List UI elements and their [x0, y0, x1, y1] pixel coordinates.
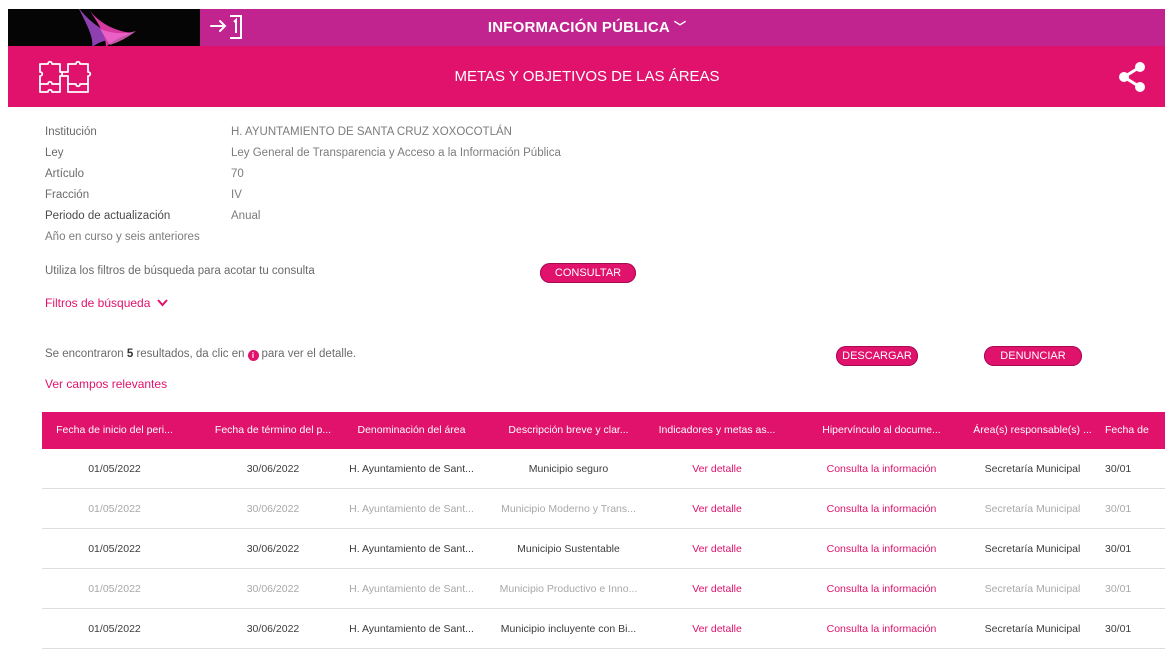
results-summary: Se encontraron 5 resultados, da clic en i… [45, 348, 356, 361]
articulo-label: Artículo [45, 168, 84, 180]
periodo-label: Periodo de actualización [45, 210, 171, 222]
denominacion-area-cell: H. Ayuntamiento de Sant... [349, 463, 474, 475]
table-body: 01/05/2022 30/06/2022 H. Ayuntamiento de S… [42, 449, 1165, 649]
top-navbar: INFORMACIÓN PÚBLICA ﹀ [8, 9, 1165, 46]
institucion-value: H. AYUNTAMIENTO DE SANTA CRUZ XOXOCOTLÁN [231, 126, 512, 138]
column-header[interactable]: Área(s) responsable(s) ... [960, 412, 1105, 449]
consultar-button[interactable]: CONSULTAR [540, 263, 636, 283]
table-row: 01/05/2022 30/06/2022 H. Ayuntamiento de S… [42, 529, 1165, 569]
info-icon: i [247, 350, 259, 361]
descripcion-cell: Municipio Sustentable [517, 543, 620, 555]
section-title: METAS Y OBJETIVOS DE LAS ÁREAS [454, 68, 720, 85]
fecha-cell: 30/01 [1105, 503, 1132, 515]
fecha-inicio-cell: 01/05/2022 [88, 543, 141, 555]
descripcion-cell: Municipio seguro [528, 463, 609, 475]
denominacion-area-cell: H. Ayuntamiento de Sant... [349, 583, 474, 595]
fecha-termino-cell: 30/06/2022 [246, 503, 300, 515]
fecha-cell: 30/01 [1105, 463, 1132, 475]
fecha-inicio-cell: 01/05/2022 [88, 503, 141, 515]
column-header[interactable]: Descripción breve y clar... [486, 412, 651, 449]
institucion-label: Institución [45, 126, 97, 138]
fecha-termino-cell: 30/06/2022 [246, 543, 300, 555]
filtros-label: Filtros de búsqueda [45, 296, 151, 310]
descargar-button[interactable]: DESCARGAR [836, 346, 918, 366]
section-header: METAS Y OBJETIVOS DE LAS ÁREAS [8, 46, 1165, 107]
anio-text: Año en curso y seis anteriores [45, 231, 200, 243]
consulta-informacion-link[interactable]: Consulta la información [799, 569, 964, 609]
consulta-informacion-link[interactable]: Consulta la información [799, 529, 964, 569]
area-responsable-cell: Secretaría Municipal [984, 623, 1081, 635]
top-title-label: INFORMACIÓN PÚBLICA [487, 19, 670, 36]
filtros-busqueda-toggle[interactable]: Filtros de búsqueda [45, 296, 168, 310]
descripcion-cell: Municipio incluyente con Bi... [500, 623, 637, 635]
column-header[interactable]: Denominación del área [339, 412, 484, 449]
table-row: 01/05/2022 30/06/2022 H. Ayuntamiento de S… [42, 489, 1165, 529]
ver-detalle-link[interactable]: Ver detalle [647, 529, 787, 569]
ver-campos-relevantes-link[interactable]: Ver campos relevantes [45, 377, 167, 391]
results-suffix: para ver el detalle. [261, 348, 357, 360]
ver-detalle-link[interactable]: Ver detalle [647, 569, 787, 609]
denominacion-area-cell: H. Ayuntamiento de Sant... [349, 543, 474, 555]
descripcion-cell: Municipio Productivo e Inno... [499, 583, 638, 595]
fraccion-label: Fracción [45, 189, 90, 201]
chevron-down-icon: ﹀ [673, 20, 687, 34]
fecha-termino-cell: 30/06/2022 [246, 463, 300, 475]
ver-detalle-link[interactable]: Ver detalle [647, 609, 787, 649]
denominacion-area-cell: H. Ayuntamiento de Sant... [349, 503, 474, 515]
informacion-publica-menu[interactable]: INFORMACIÓN PÚBLICA ﹀ [8, 19, 1165, 36]
area-responsable-cell: Secretaría Municipal [984, 503, 1081, 515]
results-prefix: Se encontraron [45, 348, 124, 360]
column-header[interactable]: Hipervínculo al docume... [799, 412, 964, 449]
consulta-informacion-link[interactable]: Consulta la información [799, 609, 964, 649]
column-header[interactable]: Fecha de inicio del peri... [42, 412, 187, 449]
fecha-inicio-cell: 01/05/2022 [88, 463, 141, 475]
fecha-termino-cell: 30/06/2022 [246, 623, 300, 635]
table-row: 01/05/2022 30/06/2022 H. Ayuntamiento de S… [42, 449, 1165, 489]
periodo-value: Anual [231, 210, 261, 222]
search-hint: Utiliza los filtros de búsqueda para aco… [45, 265, 315, 277]
results-table: Fecha de inicio del peri... Fecha de térm… [42, 412, 1165, 649]
ley-value: Ley General de Transparencia y Acceso a … [231, 147, 561, 159]
table-row: 01/05/2022 30/06/2022 H. Ayuntamiento de S… [42, 609, 1165, 649]
column-header[interactable]: Fecha de término del p... [197, 412, 349, 449]
area-responsable-cell: Secretaría Municipal [984, 583, 1081, 595]
fecha-inicio-cell: 01/05/2022 [88, 623, 141, 635]
ver-detalle-link[interactable]: Ver detalle [647, 489, 787, 529]
results-middle: resultados, da clic en [136, 348, 245, 360]
share-icon[interactable] [1116, 61, 1148, 93]
results-count: 5 [126, 348, 134, 360]
denunciar-button[interactable]: DENUNCIAR [984, 346, 1082, 366]
fecha-cell: 30/01 [1105, 543, 1132, 555]
denominacion-area-cell: H. Ayuntamiento de Sant... [349, 623, 474, 635]
consulta-informacion-link[interactable]: Consulta la información [799, 449, 964, 489]
column-header[interactable]: Fecha de [1105, 412, 1165, 449]
articulo-value: 70 [231, 168, 244, 180]
ley-label: Ley [45, 147, 64, 159]
column-header[interactable]: Indicadores y metas as... [647, 412, 787, 449]
fecha-cell: 30/01 [1105, 623, 1132, 635]
fecha-inicio-cell: 01/05/2022 [88, 583, 141, 595]
area-responsable-cell: Secretaría Municipal [984, 463, 1081, 475]
fecha-cell: 30/01 [1105, 583, 1132, 595]
fecha-termino-cell: 30/06/2022 [246, 583, 300, 595]
fraccion-value: IV [231, 189, 242, 201]
table-header: Fecha de inicio del peri... Fecha de térm… [42, 412, 1165, 449]
descripcion-cell: Municipio Moderno y Trans... [501, 503, 636, 515]
table-row: 01/05/2022 30/06/2022 H. Ayuntamiento de S… [42, 569, 1165, 609]
consulta-informacion-link[interactable]: Consulta la información [799, 489, 964, 529]
chevron-down-icon [157, 299, 168, 307]
area-responsable-cell: Secretaría Municipal [984, 543, 1081, 555]
ver-detalle-link[interactable]: Ver detalle [647, 449, 787, 489]
